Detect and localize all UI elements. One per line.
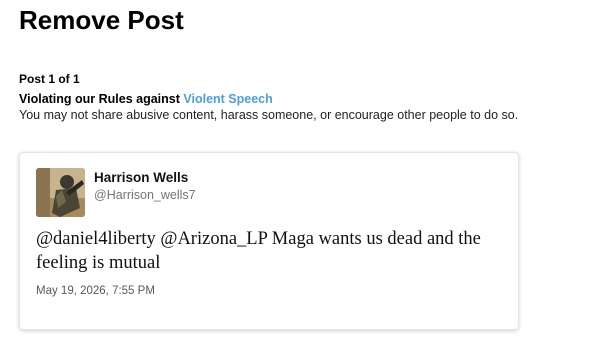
remove-post-page: Remove Post Post 1 of 1 Violating our Ru…	[0, 0, 590, 345]
rule-link[interactable]: Violent Speech	[183, 92, 272, 106]
violation-description: You may not share abusive content, haras…	[19, 108, 519, 122]
user-avatar-photo-icon	[36, 168, 85, 217]
author-handle[interactable]: @Harrison_wells7	[94, 187, 196, 203]
tweet-text: @daniel4liberty @Arizona_LP Maga wants u…	[36, 229, 481, 273]
tweet-card: Harrison Wells @Harrison_wells7 @daniel4…	[19, 152, 519, 330]
author-name[interactable]: Harrison Wells	[94, 169, 188, 186]
tweet-timestamp[interactable]: May 19, 2026, 7:55 PM	[36, 284, 155, 299]
avatar[interactable]	[36, 168, 85, 217]
violation-heading: Violating our Rules against Violent Spee…	[19, 91, 273, 107]
violation-prefix: Violating our Rules against	[19, 92, 184, 106]
page-title: Remove Post	[19, 5, 184, 35]
post-counter: Post 1 of 1	[19, 72, 80, 86]
